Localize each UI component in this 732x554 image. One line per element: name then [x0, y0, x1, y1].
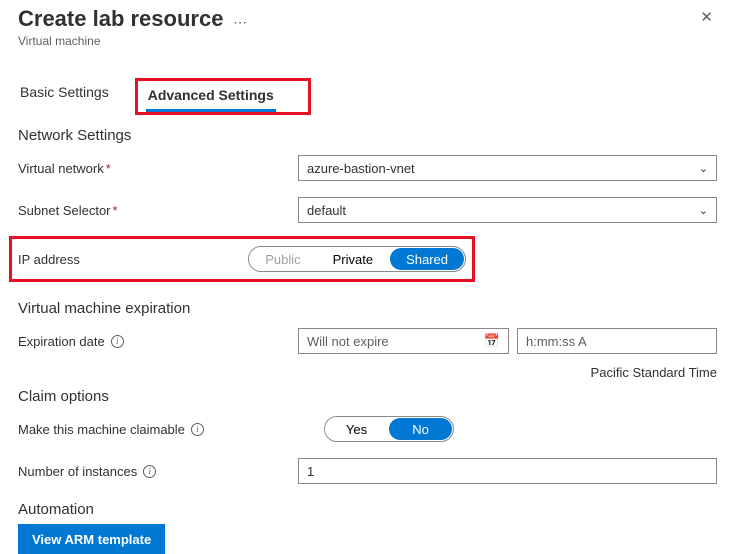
tab-bar: Basic Settings Advanced Settings [18, 78, 717, 115]
chevron-down-icon: ⌄ [699, 204, 708, 217]
claimable-no[interactable]: No [389, 418, 452, 440]
subnet-label-text: Subnet Selector [18, 203, 111, 218]
expiration-label-text: Expiration date [18, 334, 105, 349]
claimable-label-text: Make this machine claimable [18, 422, 185, 437]
label-subnet-selector: Subnet Selector* [18, 203, 298, 218]
subnet-value: default [307, 203, 346, 218]
close-icon: ✕ [700, 9, 713, 26]
timezone-label: Pacific Standard Time [18, 365, 717, 380]
ip-option-shared[interactable]: Shared [390, 248, 464, 270]
more-icon[interactable]: ⋯ [233, 14, 248, 31]
label-number-of-instances: Number of instances i [18, 464, 298, 479]
select-subnet[interactable]: default ⌄ [298, 197, 717, 223]
page-subtitle: Virtual machine [18, 34, 696, 48]
ip-address-toggle[interactable]: Public Private Shared [248, 246, 466, 272]
label-ip-address: IP address [18, 252, 248, 267]
input-number-of-instances[interactable] [298, 458, 717, 484]
info-icon[interactable]: i [111, 335, 124, 348]
section-network-settings: Network Settings [18, 127, 717, 144]
vnet-value: azure-bastion-vnet [307, 161, 415, 176]
expiration-placeholder: Will not expire [307, 334, 389, 349]
section-vm-expiration: Virtual machine expiration [18, 300, 717, 317]
input-expiration-date[interactable]: Will not expire 📅 [298, 328, 509, 354]
instances-label-text: Number of instances [18, 464, 137, 479]
highlight-ip-address: IP address Public Private Shared [9, 236, 475, 282]
section-automation: Automation [18, 501, 717, 518]
chevron-down-icon: ⌄ [699, 162, 708, 175]
input-expiration-time[interactable]: h:mm:ss A [517, 328, 717, 354]
highlight-advanced-tab: Advanced Settings [135, 78, 311, 115]
view-arm-template-button[interactable]: View ARM template [18, 524, 165, 554]
label-virtual-network: Virtual network* [18, 161, 298, 176]
required-indicator: * [106, 161, 111, 176]
time-placeholder: h:mm:ss A [526, 334, 587, 349]
section-claim-options: Claim options [18, 388, 717, 405]
info-icon[interactable]: i [143, 465, 156, 478]
ip-option-private[interactable]: Private [317, 247, 389, 271]
tab-advanced-settings[interactable]: Advanced Settings [146, 81, 276, 112]
info-icon[interactable]: i [191, 423, 204, 436]
select-virtual-network[interactable]: azure-bastion-vnet ⌄ [298, 155, 717, 181]
ip-option-public[interactable]: Public [249, 247, 316, 271]
claimable-yes[interactable]: Yes [325, 417, 388, 441]
close-button[interactable]: ✕ [696, 6, 717, 29]
required-indicator: * [113, 203, 118, 218]
vnet-label-text: Virtual network [18, 161, 104, 176]
claimable-toggle[interactable]: Yes No [324, 416, 454, 442]
page-title: Create lab resource [18, 6, 223, 32]
tab-basic-settings[interactable]: Basic Settings [18, 78, 111, 115]
label-make-claimable: Make this machine claimable i [18, 422, 298, 437]
label-expiration-date: Expiration date i [18, 334, 298, 349]
calendar-icon: 📅 [484, 333, 500, 349]
